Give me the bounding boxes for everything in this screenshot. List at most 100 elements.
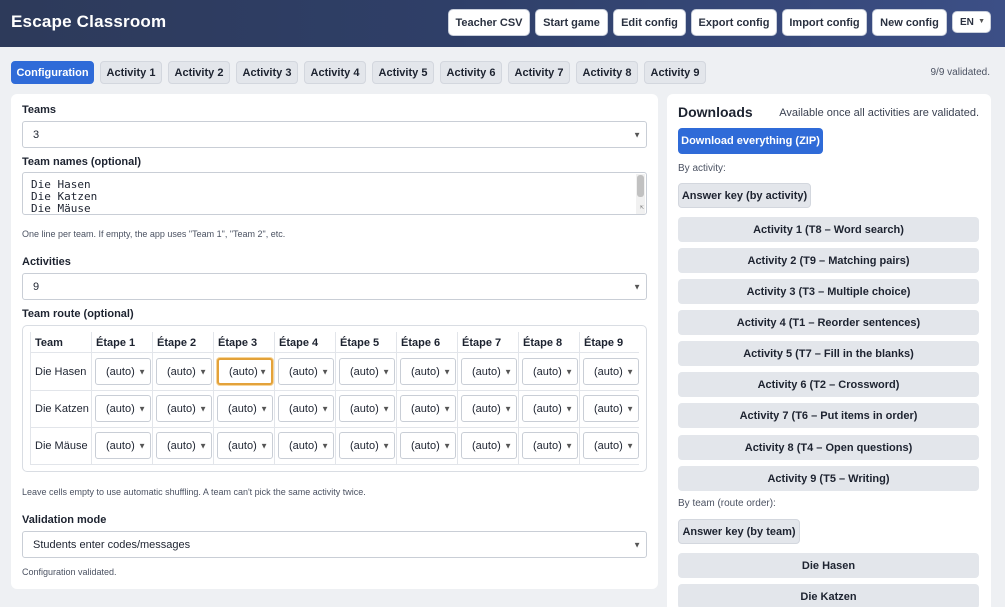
chevron-down-icon: ▼ [633,540,641,549]
route-stage-value: (auto) [472,439,501,452]
edit-config-button[interactable]: Edit config [613,9,686,36]
route-stage-select[interactable]: (auto) ▼ [95,358,151,385]
route-stage-select[interactable]: (auto) ▼ [278,358,334,385]
tab-activity-8[interactable]: Activity 8 [576,61,638,84]
tab-activity-4[interactable]: Activity 4 [304,61,366,84]
route-header-stage-7: Étape 7 [462,337,502,349]
route-stage-select[interactable]: (auto) ▼ [400,395,456,422]
route-stage-select[interactable]: (auto) ▼ [156,358,212,385]
download-activity-8[interactable]: Activity 8 (T4 – Open questions) [678,435,979,460]
chevron-down-icon: ▼ [260,441,268,450]
download-activity-3[interactable]: Activity 3 (T3 – Multiple choice) [678,279,979,304]
download-all-button[interactable]: Download everything (ZIP) [678,128,823,154]
route-stage-select[interactable]: (auto) ▼ [583,395,639,422]
import-config-button[interactable]: Import config [782,9,867,36]
chevron-down-icon: ▼ [138,404,146,413]
route-stage-value: (auto) [411,439,440,452]
tab-activity-2[interactable]: Activity 2 [168,61,230,84]
team-names-textarea[interactable]: Die Hasen Die Katzen Die Mäuse ⇱ [22,172,647,215]
tab-activity-9[interactable]: Activity 9 [644,61,706,84]
download-activity-9[interactable]: Activity 9 (T5 – Writing) [678,466,979,491]
route-stage-select[interactable]: (auto) ▼ [339,358,395,385]
route-stage-value: (auto) [533,439,562,452]
route-stage-select[interactable]: (auto) ▼ [400,432,456,459]
route-stage-select[interactable]: (auto) ▼ [400,358,456,385]
download-team-die-hasen[interactable]: Die Hasen [678,553,979,578]
download-activity-6[interactable]: Activity 6 (T2 – Crossword) [678,372,979,397]
activities-value: 9 [33,280,40,293]
chevron-down-icon: ▼ [138,367,146,376]
route-stage-select[interactable]: (auto) ▼ [217,432,273,459]
route-stage-select[interactable]: (auto) ▼ [461,432,517,459]
route-stage-select[interactable]: (auto) ▼ [278,432,334,459]
tab-activity-5[interactable]: Activity 5 [372,61,434,84]
team-name-line: Die Mäuse [31,202,91,215]
route-header-stage-6: Étape 6 [401,337,441,349]
route-stage-select[interactable]: (auto) ▼ [217,395,273,422]
route-header-stage-9: Étape 9 [584,337,624,349]
chevron-down-icon: ▼ [443,367,451,376]
teams-value: 3 [33,128,40,141]
tab-activity-6[interactable]: Activity 6 [440,61,502,84]
download-activity-4[interactable]: Activity 4 (T1 – Reorder sentences) [678,310,979,335]
route-header-stage-3: Étape 3 [218,337,258,349]
scrollbar-thumb[interactable] [637,175,644,197]
language-select[interactable]: EN ▼ [952,11,991,33]
tab-configuration[interactable]: Configuration [11,61,94,84]
download-activity-5[interactable]: Activity 5 (T7 – Fill in the blanks) [678,341,979,366]
download-activity-2[interactable]: Activity 2 (T9 – Matching pairs) [678,248,979,273]
tab-activity-1[interactable]: Activity 1 [100,61,162,84]
route-row-team: Die Mäuse [35,440,88,452]
route-stage-value: (auto) [106,439,135,452]
chevron-down-icon: ▼ [138,441,146,450]
validated-count: 9/9 validated. [930,67,991,78]
tab-activity-3[interactable]: Activity 3 [236,61,298,84]
route-header-stage-2: Étape 2 [157,337,197,349]
route-stage-select[interactable]: (auto) ▼ [278,395,334,422]
download-activity-7[interactable]: Activity 7 (T6 – Put items in order) [678,403,979,428]
tab-activity-7[interactable]: Activity 7 [508,61,570,84]
route-stage-select[interactable]: (auto) ▼ [583,432,639,459]
route-row-team: Die Katzen [35,403,89,415]
route-stage-value: (auto) [228,439,257,452]
chevron-down-icon: ▼ [259,367,267,376]
chevron-down-icon: ▼ [199,367,207,376]
route-stage-value: (auto) [594,402,623,415]
route-stage-select[interactable]: (auto) ▼ [95,432,151,459]
route-stage-select[interactable]: (auto) ▼ [156,395,212,422]
route-table-divider [30,464,639,465]
route-stage-value: (auto) [411,365,440,378]
route-stage-select[interactable]: (auto) ▼ [461,395,517,422]
route-stage-select[interactable]: (auto) ▼ [583,358,639,385]
route-stage-select[interactable]: (auto) ▼ [522,432,578,459]
route-stage-select[interactable]: (auto) ▼ [339,395,395,422]
validation-mode-value: Students enter codes/messages [33,538,191,551]
by-team-label: By team (route order): [678,498,776,509]
route-stage-select[interactable]: (auto) ▼ [217,358,273,385]
teacher-csv-button[interactable]: Teacher CSV [448,9,530,36]
route-header-team: Team [35,337,63,349]
answer-key-by-team-button[interactable]: Answer key (by team) [678,519,800,544]
activities-select[interactable]: 9 ▼ [22,273,647,300]
answer-key-by-activity-button[interactable]: Answer key (by activity) [678,183,811,208]
route-stage-select[interactable]: (auto) ▼ [461,358,517,385]
route-stage-value: (auto) [411,402,440,415]
route-stage-select[interactable]: (auto) ▼ [156,432,212,459]
download-team-die-katzen[interactable]: Die Katzen [678,584,979,607]
new-config-button[interactable]: New config [872,9,947,36]
download-activity-1[interactable]: Activity 1 (T8 – Word search) [678,217,979,242]
teams-select[interactable]: 3 ▼ [22,121,647,148]
route-stage-select[interactable]: (auto) ▼ [339,432,395,459]
chevron-down-icon: ▼ [978,18,985,25]
downloads-title: Downloads [678,104,753,120]
route-stage-select[interactable]: (auto) ▼ [522,358,578,385]
export-config-button[interactable]: Export config [691,9,777,36]
route-table-divider [30,427,639,428]
route-stage-select[interactable]: (auto) ▼ [522,395,578,422]
validation-mode-select[interactable]: Students enter codes/messages ▼ [22,531,647,558]
start-game-button[interactable]: Start game [535,9,608,36]
chevron-down-icon: ▼ [321,441,329,450]
resize-handle-icon[interactable]: ⇱ [640,201,644,213]
route-stage-select[interactable]: (auto) ▼ [95,395,151,422]
chevron-down-icon: ▼ [504,441,512,450]
